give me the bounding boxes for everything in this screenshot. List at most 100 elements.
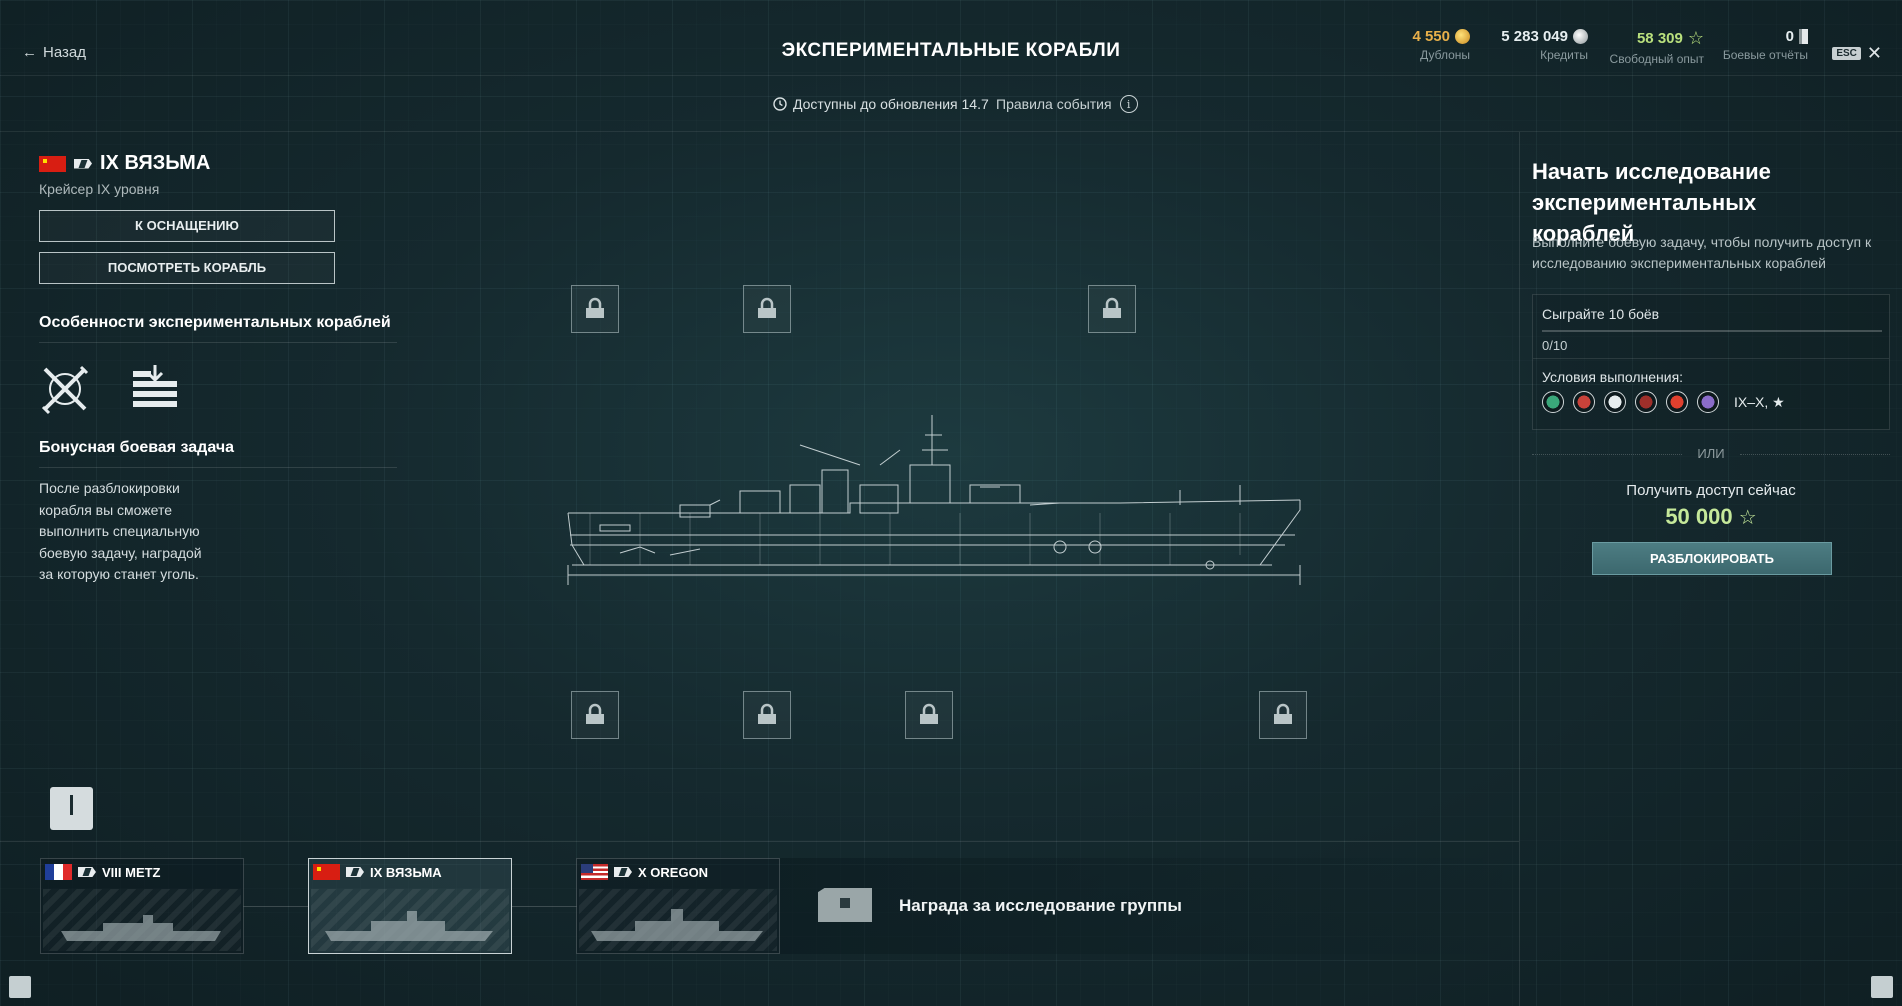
features-list: [39, 363, 399, 415]
divider: [1533, 358, 1889, 359]
alert-button[interactable]: [50, 787, 93, 830]
nation-icon-purple[interactable]: [1697, 391, 1719, 413]
unlock-button[interactable]: РАЗБЛОКИРОВАТЬ: [1592, 542, 1832, 575]
card-connector: [511, 906, 577, 907]
or-divider: ИЛИ: [1532, 446, 1890, 461]
doubloons-resource[interactable]: 4 550 Дублоны: [1412, 28, 1470, 62]
doubloons-label: Дублоны: [1420, 48, 1470, 62]
chat-icon[interactable]: [9, 976, 31, 998]
top-bar: ← Назад ЭКСПЕРИМЕНТАЛЬНЫЕ КОРАБЛИ 4 550 …: [0, 0, 1902, 76]
ship-card-metz[interactable]: VIII METZ: [40, 858, 244, 954]
lock-icon: [758, 297, 776, 318]
combat-task-box: Сыграйте 10 боёв 0/10 Условия выполнения…: [1532, 294, 1890, 430]
ship-info-panel: IX ВЯЗЬМА Крейсер IX уровня К ОСНАЩЕНИЮ …: [39, 152, 399, 586]
exclamation-icon: [70, 795, 73, 815]
reward-label: Награда за исследование группы: [899, 896, 1182, 915]
ship-blueprint: [567, 415, 1301, 585]
lock-icon: [1274, 703, 1292, 724]
experimental-tag-icon: [614, 867, 632, 877]
instant-access-label: Получить доступ сейчас: [1626, 482, 1796, 499]
availability-info: Доступны до обновления 14.7: [773, 96, 989, 112]
card-ship-name: VIII METZ: [102, 864, 161, 880]
notifications-icon[interactable]: [1871, 976, 1893, 998]
free-xp-resource[interactable]: 58 309 ☆ Свободный опыт: [1610, 28, 1704, 66]
ship-header: IX ВЯЗЬМА: [39, 152, 399, 175]
price-value: 50 000: [1665, 504, 1733, 529]
tier-condition: IX–X, ★: [1734, 393, 1785, 410]
star-icon: ☆: [1687, 28, 1704, 48]
group-reward[interactable]: Награда за исследование группы: [780, 858, 1520, 954]
ammo-supply-icon[interactable]: [129, 363, 181, 415]
ship-image: [579, 889, 777, 951]
doubloon-icon: [1455, 29, 1470, 44]
experimental-tag-icon: [74, 158, 92, 169]
experimental-tag-icon: [346, 867, 364, 877]
card-ship-name: IX ВЯЗЬМА: [370, 864, 442, 880]
event-info-bar: Доступны до обновления 14.7 Правила собы…: [0, 76, 1902, 132]
card-header: VIII METZ: [45, 864, 161, 880]
battle-reports-resource[interactable]: 0 Боевые отчёты: [1723, 28, 1808, 62]
task-progress-bar: [1542, 330, 1882, 332]
bottom-divider: [0, 841, 1519, 842]
ship-name: IX ВЯЗЬМА: [100, 152, 211, 174]
locked-slot-4[interactable]: [571, 691, 619, 739]
lock-icon: [920, 703, 938, 724]
battle-reports-value: 0: [1785, 28, 1794, 45]
card-header: IX ВЯЗЬМА: [313, 864, 442, 880]
lock-icon: [586, 297, 604, 318]
locked-slot-2[interactable]: [743, 285, 791, 333]
doubloons-value: 4 550: [1412, 28, 1450, 45]
battle-reports-label: Боевые отчёты: [1722, 48, 1808, 62]
esc-key-badge: ESC: [1832, 47, 1861, 60]
nation-icon-red-dark[interactable]: [1635, 391, 1657, 413]
locked-slot-3[interactable]: [1088, 285, 1136, 333]
ship-card-vyazma[interactable]: IX ВЯЗЬМА: [308, 858, 512, 954]
equip-button[interactable]: К ОСНАЩЕНИЮ: [39, 210, 335, 242]
nation-icon-red[interactable]: [1573, 391, 1595, 413]
ship-class: Крейсер IX уровня: [39, 181, 160, 197]
credits-value: 5 283 049: [1501, 28, 1568, 45]
lock-icon: [586, 703, 604, 724]
task-progress: 0/10: [1542, 338, 1568, 353]
info-icon: i: [1119, 95, 1138, 113]
credits-resource[interactable]: 5 283 049 Кредиты: [1501, 28, 1588, 62]
france-flag-icon: [45, 864, 72, 880]
ship-card-oregon[interactable]: X OREGON: [576, 858, 780, 954]
availability-text: Доступны до обновления 14.7: [793, 96, 989, 112]
free-xp-label: Свободный опыт: [1609, 52, 1704, 66]
credits-label: Кредиты: [1540, 48, 1588, 62]
close-icon: ✕: [1866, 43, 1882, 63]
report-icon: [1799, 29, 1808, 44]
card-ship-name: X OREGON: [638, 864, 709, 880]
nation-icon-red-bright[interactable]: [1666, 391, 1688, 413]
bonus-title: Бонусная боевая задача: [39, 439, 397, 468]
card-header: X OREGON: [581, 864, 708, 880]
features-title: Особенности экспериментальных кораблей: [39, 314, 397, 343]
ship-image: [311, 889, 509, 951]
china-flag-icon: [39, 155, 66, 172]
conditions-label: Условия выполнения:: [1542, 369, 1684, 385]
card-connector: [243, 906, 309, 907]
clock-icon: [773, 97, 787, 111]
nation-icon-green[interactable]: [1542, 391, 1564, 413]
view-ship-button[interactable]: ПОСМОТРЕТЬ КОРАБЛЬ: [39, 252, 335, 284]
locked-slot-7[interactable]: [1259, 691, 1307, 739]
locked-slot-6[interactable]: [905, 691, 953, 739]
event-rules-link[interactable]: Правила события i: [996, 95, 1138, 113]
free-xp-value: 58 309: [1636, 30, 1683, 47]
experimental-tag-icon: [78, 867, 96, 877]
usa-flag-icon: [581, 864, 608, 880]
ship-image: [43, 889, 241, 951]
lock-icon: [1103, 297, 1121, 318]
bonus-description: После разблокировки корабля вы сможете в…: [39, 480, 202, 582]
unlock-price: 50 000 ☆: [1532, 504, 1890, 530]
close-button[interactable]: ESC ✕: [1832, 43, 1882, 64]
china-flag-icon: [313, 864, 340, 880]
locked-slot-5[interactable]: [743, 691, 791, 739]
task-title: Сыграйте 10 боёв: [1542, 306, 1660, 322]
lock-icon: [840, 898, 850, 908]
nation-icon-white[interactable]: [1604, 391, 1626, 413]
crossed-guns-icon[interactable]: [39, 363, 91, 415]
research-panel: Начать исследование экспериментальных ко…: [1519, 132, 1902, 1006]
locked-slot-1[interactable]: [571, 285, 619, 333]
